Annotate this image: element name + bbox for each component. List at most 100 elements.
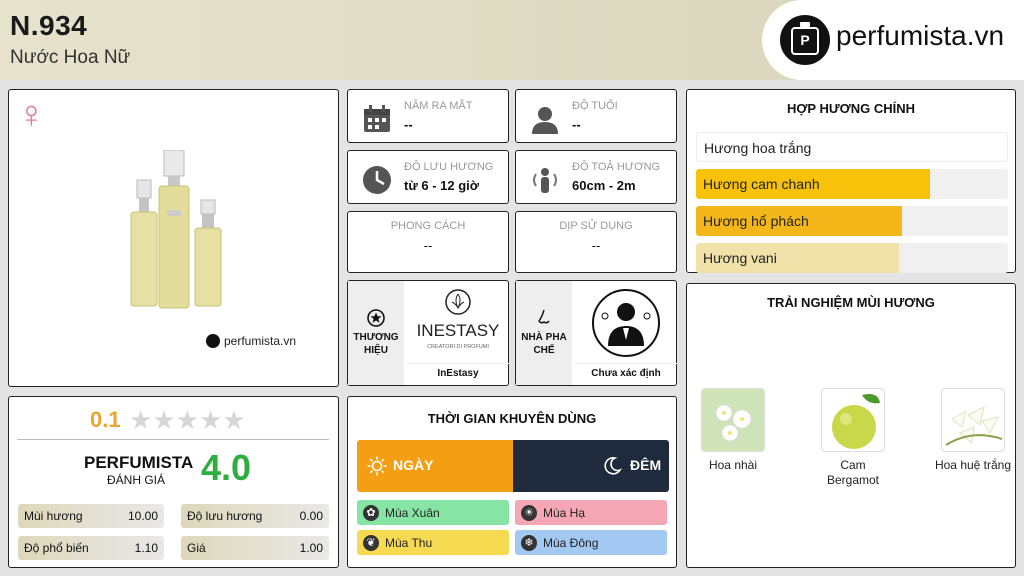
female-symbol-icon: ♀: [17, 94, 46, 136]
divider: [17, 439, 329, 440]
stat-price: Giá 1.00: [181, 536, 329, 560]
brand-tab[interactable]: P perfumista.vn: [762, 0, 1024, 80]
day-night-bar: NGÀY ĐÊM: [357, 440, 669, 492]
season-autumn[interactable]: ❦ Mùa Thu: [357, 530, 509, 555]
clock-icon: [363, 166, 391, 194]
release-year-value: --: [404, 117, 413, 132]
stat-longevity: Độ lưu hương 0.00: [181, 504, 329, 528]
perfumer-box[interactable]: NHÀ PHA CHẾ Chưa xác định: [515, 280, 678, 386]
bottle-image: [130, 150, 222, 309]
longevity-label: ĐỘ LƯU HƯƠNG: [404, 161, 494, 173]
perfume-bottle-logo-icon: P: [780, 15, 830, 65]
age-cell: ĐỘ TUỔI --: [515, 89, 677, 143]
perfumista-logo-icon: [206, 334, 220, 348]
season-winter[interactable]: ❄ Mùa Đông: [515, 530, 667, 555]
product-code: N.934: [10, 10, 88, 41]
sillage-value: 60cm - 2m: [572, 178, 636, 193]
accord-label: Hương cam chanh: [703, 176, 820, 192]
time-title: THỜI GIAN KHUYÊN DÙNG: [427, 411, 597, 426]
watermark-text: perfumista.vn: [224, 334, 297, 348]
scent-experience-card: TRẢI NGHIỆM MÙI HƯƠNG Hoa nhài Cam Berga…: [686, 283, 1016, 568]
night-label: ĐÊM: [630, 457, 662, 473]
accord-bar: Hương cam chanh: [696, 169, 1008, 199]
leaf-icon: ❦: [363, 534, 379, 551]
occasion-label: DỊP SỬ DỤNG: [559, 220, 633, 232]
longevity-value: từ 6 - 12 giờ: [404, 178, 480, 193]
person-icon: [532, 107, 558, 134]
night-segment[interactable]: ĐÊM: [513, 440, 669, 492]
star-icon[interactable]: ★: [152, 405, 175, 435]
accord-bar: Hương vani: [696, 243, 1008, 273]
moon-icon: [604, 457, 622, 475]
brand-name: perfumista.vn: [836, 20, 1005, 51]
nose-icon: [538, 309, 550, 324]
tuberose-image: [941, 388, 1005, 452]
accords-title: HỢP HƯƠNG CHÍNH: [786, 101, 916, 116]
perfumer-box-name: Chưa xác định: [574, 363, 678, 383]
accord-label: Hương vani: [703, 250, 777, 266]
sillage-icon: [533, 168, 557, 193]
sillage-label: ĐỘ TOẢ HƯƠNG: [572, 161, 661, 173]
perfumista-sublabel: ĐÁNH GIÁ: [107, 473, 166, 487]
stat-scent: Mùi hương 10.00: [18, 504, 164, 528]
note-jasmine[interactable]: Hoa nhài: [693, 388, 773, 473]
flower-icon: ✿: [363, 504, 379, 521]
watermark: perfumista.vn: [206, 334, 296, 348]
star-rating[interactable]: ★★★★★: [129, 405, 246, 436]
note-bergamot[interactable]: Cam Bergamot: [813, 388, 893, 488]
age-label: ĐỘ TUỔI: [572, 100, 618, 112]
accord-label: Hương hổ phách: [703, 213, 809, 229]
brand-box[interactable]: THƯƠNG HIỆU INESTASY CREATORI DI PROFUMI…: [347, 280, 510, 386]
sun-small-icon: ☀: [521, 504, 537, 521]
bergamot-label: Cam Bergamot: [826, 458, 880, 487]
bergamot-image: [821, 388, 885, 452]
perfumer-box-label: NHÀ PHA CHẾ: [521, 332, 567, 356]
star-icon[interactable]: ★: [176, 405, 199, 435]
sun-icon: [367, 456, 387, 476]
perfumista-label: PERFUMISTA: [84, 453, 194, 472]
user-score: 0.1: [90, 407, 121, 432]
accord-bar: Hương hổ phách: [696, 206, 1008, 236]
day-label: NGÀY: [393, 457, 434, 473]
longevity-cell: ĐỘ LƯU HƯƠNG từ 6 - 12 giờ: [347, 150, 509, 204]
jasmine-label: Hoa nhài: [708, 458, 758, 472]
style-label: PHONG CÁCH: [390, 220, 466, 232]
perfumista-score: 4.0: [201, 447, 252, 488]
product-subtitle: Nước Hoa Nữ: [10, 47, 131, 68]
jasmine-image: [701, 388, 765, 452]
day-segment[interactable]: NGÀY: [357, 440, 513, 492]
stat-popularity: Độ phổ biến 1.10: [18, 536, 164, 560]
page-header: N.934 Nước Hoa Nữ P perfumista.vn: [0, 0, 1024, 80]
experience-title: TRẢI NGHIỆM MÙI HƯƠNG: [767, 295, 935, 310]
release-year-cell: NĂM RA MẮT --: [347, 89, 509, 143]
perfumer-avatar: [574, 283, 678, 363]
sillage-cell: ĐỘ TOẢ HƯƠNG 60cm - 2m: [515, 150, 677, 204]
main-accords-card: HỢP HƯƠNG CHÍNH Hương hoa trắng Hương cam…: [686, 89, 1016, 273]
brand-logo: INESTASY CREATORI DI PROFUMI: [406, 283, 510, 363]
style-value: --: [423, 238, 433, 253]
calendar-icon: [364, 105, 390, 132]
perfumer-portrait-icon: [592, 289, 660, 357]
season-summer[interactable]: ☀ Mùa Hạ: [515, 500, 667, 525]
accord-bar: Hương hoa trắng: [696, 132, 1008, 162]
svg-text:INESTASY: INESTASY: [417, 321, 500, 340]
brand-box-name: InEstasy: [406, 363, 510, 383]
star-icon[interactable]: ★: [199, 405, 222, 435]
star-icon[interactable]: ★: [222, 405, 245, 435]
age-value: --: [572, 117, 581, 132]
occasion-value: --: [591, 238, 601, 253]
star-badge-icon: [367, 309, 385, 327]
occasion-cell: DỊP SỬ DỤNG --: [515, 211, 677, 273]
product-card: ♀ perfumista.vn: [8, 89, 339, 387]
brand-box-label: THƯƠNG HIỆU: [353, 332, 399, 356]
snowflake-icon: ❄: [521, 534, 537, 551]
style-cell: PHONG CÁCH --: [347, 211, 509, 273]
note-tuberose[interactable]: Hoa huệ trắng: [933, 388, 1013, 473]
accord-label: Hương hoa trắng: [704, 140, 812, 156]
star-icon[interactable]: ★: [129, 405, 152, 435]
recommended-time-card: THỜI GIAN KHUYÊN DÙNG NGÀY ĐÊM ✿ Mùa Xuân…: [347, 396, 677, 568]
tuberose-label: Hoa huệ trắng: [934, 458, 1012, 472]
release-year-label: NĂM RA MẮT: [404, 100, 473, 112]
season-spring[interactable]: ✿ Mùa Xuân: [357, 500, 509, 525]
rating-card: 0.1 ★★★★★ PERFUMISTA ĐÁNH GIÁ 4.0 Mùi hư…: [8, 396, 339, 568]
